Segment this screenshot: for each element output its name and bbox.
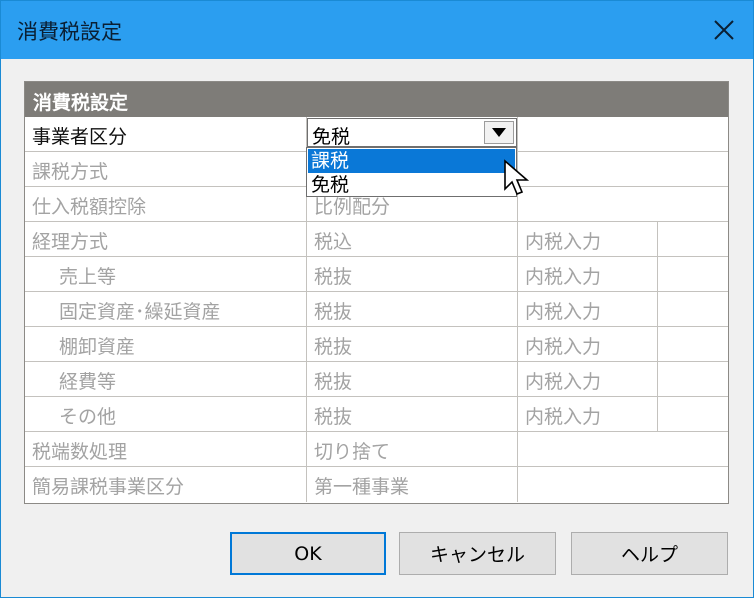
row-value: 税抜 <box>307 257 518 292</box>
close-button[interactable] <box>695 1 753 59</box>
row-value: 税抜 <box>307 362 518 397</box>
row-value: 税抜 <box>307 397 518 432</box>
row-label: その他 <box>25 397 307 432</box>
ok-button[interactable]: OK <box>230 532 386 575</box>
close-icon <box>714 20 734 40</box>
table-row: 税端数処理 切り捨て <box>25 432 728 467</box>
row-value: 切り捨て <box>307 432 518 467</box>
row-label: 税端数処理 <box>25 432 307 467</box>
dialog-window: 消費税設定 消費税設定 事業者区分 課税方式 仕入税額控除 比例配分 経理方式 <box>0 0 754 598</box>
table-row: 固定資産･繰延資産 税抜 内税入力 <box>25 292 728 327</box>
row-value: 第一種事業 <box>307 467 518 502</box>
row-input-mode: 内税入力 <box>518 222 658 257</box>
table-row: その他 税抜 内税入力 <box>25 397 728 432</box>
combo-dropdown-list[interactable]: 課税 免税 <box>306 147 517 197</box>
row-label: 固定資産･繰延資産 <box>25 292 307 327</box>
panel-header: 消費税設定 <box>25 82 728 117</box>
tax-settings-panel: 消費税設定 事業者区分 課税方式 仕入税額控除 比例配分 経理方式 税込 内税入… <box>24 81 729 504</box>
row-value: 税抜 <box>307 292 518 327</box>
chevron-down-icon <box>492 128 506 137</box>
dropdown-option-exempt[interactable]: 免税 <box>308 173 515 197</box>
row-input-mode: 内税入力 <box>518 327 658 362</box>
row-label: 事業者区分 <box>25 117 307 152</box>
row-label: 売上等 <box>25 257 307 292</box>
row-label: 課税方式 <box>25 152 307 187</box>
row-label: 簡易課税事業区分 <box>25 467 307 502</box>
row-value: 税込 <box>307 222 518 257</box>
combo-dropdown-button[interactable] <box>484 121 514 144</box>
row-input-mode: 内税入力 <box>518 362 658 397</box>
window-title: 消費税設定 <box>17 20 122 44</box>
table-row: 経費等 税抜 内税入力 <box>25 362 728 397</box>
row-label: 棚卸資産 <box>25 327 307 362</box>
table-row: 経理方式 税込 内税入力 <box>25 222 728 257</box>
business-type-combo[interactable]: 免税 <box>307 118 517 148</box>
table-row: 棚卸資産 税抜 内税入力 <box>25 327 728 362</box>
table-row: 売上等 税抜 内税入力 <box>25 257 728 292</box>
row-value: 税抜 <box>307 327 518 362</box>
title-bar: 消費税設定 <box>1 1 753 59</box>
help-button[interactable]: ヘルプ <box>571 532 728 575</box>
row-input-mode: 内税入力 <box>518 397 658 432</box>
cancel-button[interactable]: キャンセル <box>399 532 556 575</box>
mouse-pointer-icon <box>504 159 530 196</box>
row-label: 仕入税額控除 <box>25 187 307 222</box>
row-label: 経費等 <box>25 362 307 397</box>
dropdown-option-taxable[interactable]: 課税 <box>308 149 515 173</box>
combo-selected-value: 免税 <box>312 126 351 148</box>
row-input-mode: 内税入力 <box>518 257 658 292</box>
row-input-mode: 内税入力 <box>518 292 658 327</box>
row-label: 経理方式 <box>25 222 307 257</box>
table-row: 簡易課税事業区分 第一種事業 <box>25 467 728 502</box>
